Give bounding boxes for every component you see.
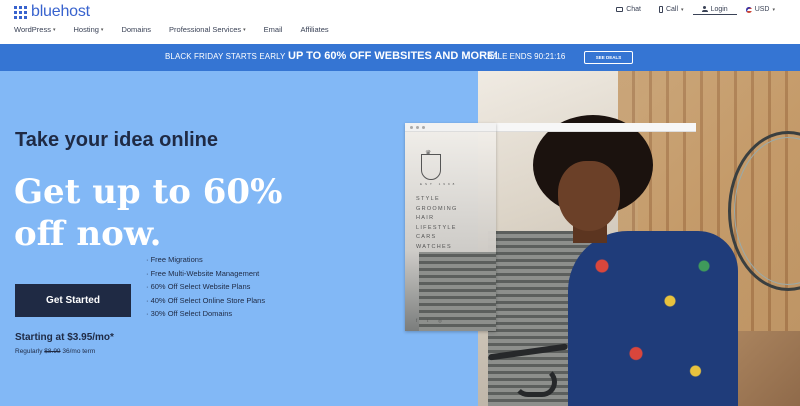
bluehost-logo[interactable]: bluehost <box>14 3 90 21</box>
hero-headline: Get up to 60% off now. <box>14 172 283 254</box>
regular-label: Regularly <box>15 348 43 355</box>
hero-section: Take your idea online Get up to 60% off … <box>0 71 800 406</box>
promo-banner: BLACK FRIDAY STARTS EARLY UP TO 60% OFF … <box>0 44 800 71</box>
mock-menu-item: CARS <box>416 234 437 240</box>
bicycle-handlebar-curve <box>513 367 557 397</box>
nav-item-professional-services[interactable]: Professional Services ▾ <box>169 25 246 34</box>
window-dot-icon <box>416 126 419 129</box>
list-item: 60% Off Select Website Plans <box>146 282 265 296</box>
call-label: Call <box>665 6 679 13</box>
crest-logo-icon <box>421 154 441 180</box>
mock-menu-item: WATCHES <box>416 243 452 250</box>
utility-nav: Chat Call ▾ Login USD ▾ <box>607 4 784 15</box>
nav-item-email[interactable]: Email <box>264 25 283 34</box>
nav-item-label: WordPress <box>14 25 51 34</box>
get-started-button[interactable]: Get Started <box>15 284 131 317</box>
main-nav: WordPress ▾ Hosting ▾ Domains Profession… <box>14 25 347 34</box>
window-dot-icon <box>422 126 425 129</box>
user-icon <box>701 6 708 12</box>
person-face <box>558 161 620 231</box>
twitter-icon: t <box>427 318 429 323</box>
crest-caption: EST 1998 <box>420 182 458 186</box>
regular-price-note: Regularly $8.99 36/mo term <box>15 348 95 355</box>
nav-item-label: Domains <box>121 25 152 34</box>
list-item: Free Migrations <box>146 255 265 269</box>
logo-text: bluehost <box>31 3 90 20</box>
promo-headline: UP TO 60% OFF WEBSITES AND MORE! <box>288 50 499 62</box>
site-header: bluehost Chat Call ▾ Login USD ▾ WordPre… <box>0 0 800 44</box>
nav-item-affiliates[interactable]: Affiliates <box>300 25 328 34</box>
chevron-down-icon: ▾ <box>681 6 684 13</box>
promo-countdown: SALE ENDS 90:21:16 <box>487 52 566 61</box>
mock-site-menu: STYLE GROOMING HAIR LIFESTYLE CARS WATCH… <box>416 195 458 252</box>
currency-selector[interactable]: USD ▾ <box>737 4 784 15</box>
list-item: Free Multi-Website Management <box>146 269 265 283</box>
feature-list: Free Migrations Free Multi-Website Manag… <box>146 255 266 323</box>
person-shirt <box>568 231 738 406</box>
chevron-down-icon: ▾ <box>772 6 775 13</box>
mock-menu-item: LIFESTYLE <box>416 224 457 231</box>
list-item: 40% Off Select Online Store Plans <box>146 296 266 310</box>
term-label: 36/mo term <box>62 348 96 355</box>
currency-label: USD <box>754 6 770 13</box>
login-label: Login <box>710 5 728 13</box>
mock-browser-bar <box>405 123 496 132</box>
chat-link[interactable]: Chat <box>607 4 650 15</box>
regular-price: $8.99 <box>44 348 61 355</box>
instagram-icon: ◎ <box>438 318 442 323</box>
window-dot-icon <box>410 126 413 129</box>
facebook-icon: f <box>416 318 418 323</box>
promo-early-text: BLACK FRIDAY STARTS EARLY <box>165 52 286 61</box>
mock-website-card: ♛ EST 1998 STYLE GROOMING HAIR LIFESTYLE… <box>405 123 496 331</box>
mock-site-stairs <box>419 252 496 331</box>
mock-menu-item: STYLE <box>416 196 440 202</box>
nav-item-label: Hosting <box>73 25 99 34</box>
list-item: 30% Off Select Domains <box>146 309 265 323</box>
mock-menu-item: HAIR <box>416 215 435 221</box>
hero-photo <box>478 71 800 406</box>
mock-browser-toolbar <box>496 123 696 132</box>
chat-icon <box>616 7 624 12</box>
see-deals-button[interactable]: SEE DEALS <box>584 51 633 64</box>
chat-label: Chat <box>626 6 641 13</box>
mock-menu-item: GROOMING <box>416 205 458 212</box>
nav-item-label: Professional Services <box>169 25 242 34</box>
us-flag-icon <box>745 6 752 13</box>
chevron-down-icon: ▾ <box>100 26 104 33</box>
nav-item-label: Affiliates <box>300 25 329 34</box>
nav-item-domains[interactable]: Domains <box>121 25 151 34</box>
starting-price: Starting at $3.95/mo* <box>15 332 114 343</box>
chevron-down-icon: ▾ <box>243 26 246 33</box>
login-link[interactable]: Login <box>692 4 737 15</box>
nav-item-label: Email <box>263 25 283 34</box>
chevron-down-icon: ▾ <box>52 26 56 33</box>
nav-item-hosting[interactable]: Hosting ▾ <box>73 25 103 34</box>
logo-grid-icon <box>14 5 27 19</box>
hero-tagline: Take your idea online <box>15 129 219 151</box>
mock-site-body: ♛ EST 1998 STYLE GROOMING HAIR LIFESTYLE… <box>405 132 496 331</box>
phone-icon <box>658 6 663 13</box>
nav-item-wordpress[interactable]: WordPress ▾ <box>14 25 55 34</box>
call-link[interactable]: Call ▾ <box>650 4 693 15</box>
